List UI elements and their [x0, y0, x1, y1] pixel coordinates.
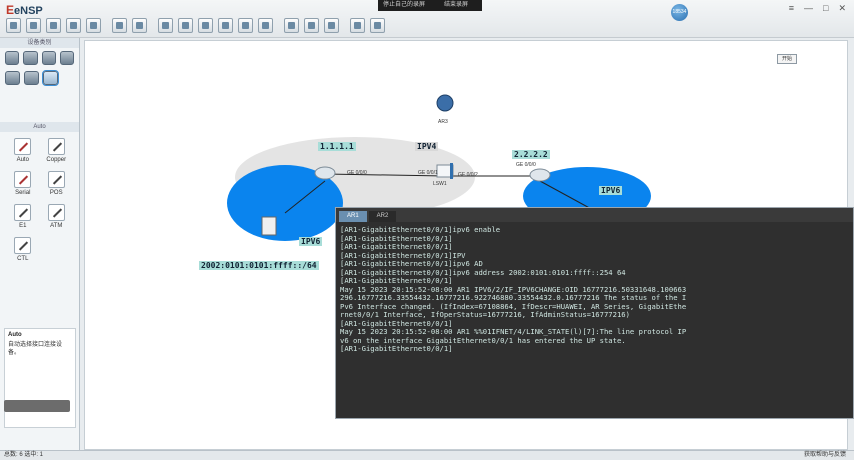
router-ar1-icon[interactable] [314, 166, 336, 180]
console-output[interactable]: [AR1-GigabitEthernet0/0/1]ipv6 enable [A… [336, 222, 853, 418]
ellipse-icon[interactable] [258, 18, 273, 33]
select-icon[interactable] [158, 18, 173, 33]
pos-cable-icon [47, 171, 65, 188]
switch-port-marker [450, 163, 453, 179]
close-icon[interactable]: ✕ [838, 3, 846, 14]
port-label: GE 0/0/2 [458, 172, 478, 178]
delete-icon[interactable] [198, 18, 213, 33]
lsw1-label: LSW1 [433, 181, 447, 187]
console-icon[interactable] [370, 18, 385, 33]
rectangle-icon[interactable] [238, 18, 253, 33]
stop-device-icon[interactable] [304, 18, 319, 33]
console-tabs: AR1 AR2 [336, 208, 853, 222]
help-link[interactable]: 获取帮助与反馈 [804, 451, 846, 460]
ar1-ip-label: 1.1.1.1 [318, 142, 356, 151]
ipv6-prefix-label: 2002:0101:0101:ffff::/64 [199, 261, 319, 270]
menu-icon[interactable]: ≡ [789, 3, 794, 14]
capture-icon[interactable] [324, 18, 339, 33]
pc-category-icon[interactable] [5, 71, 20, 85]
print-icon[interactable] [86, 18, 101, 33]
e1-cable-icon [14, 204, 32, 221]
ipv6-left-label: IPV6 [299, 237, 323, 246]
pc-left-icon[interactable] [261, 216, 277, 236]
app-title: eNSP [14, 5, 43, 17]
start-button[interactable]: 开始 [777, 54, 797, 64]
recording-toolbar: 停止自己的录屏 结束录屏 [378, 0, 482, 11]
firewall-category-icon[interactable] [59, 51, 74, 65]
serial-cable-icon [14, 171, 32, 188]
connector-atm[interactable]: ATM [40, 204, 74, 229]
connection-category-icon[interactable] [42, 70, 59, 86]
router-category-icon[interactable] [5, 51, 20, 65]
save-icon[interactable] [66, 18, 81, 33]
port-label: GE 0/0/0 [516, 162, 536, 168]
tab-ar2[interactable]: AR2 [368, 211, 397, 222]
connector-grid: Auto Copper Serial POS E1 ATM CTL [0, 132, 79, 268]
ensp-window: EeNSP 停止自己的录屏 结束录屏 18534 ≡ — □ ✕ 设备类别 Au… [0, 0, 854, 460]
user-badge[interactable]: 18534 [671, 4, 688, 21]
device-panel: 设备类别 Auto Auto Copper Serial POS E1 ATM … [0, 38, 80, 450]
switch-category-icon[interactable] [23, 51, 38, 65]
hand-icon[interactable] [178, 18, 193, 33]
minimize-icon[interactable]: — [804, 3, 813, 14]
console-line: [AR1-GigabitEthernet0/0/1] [340, 344, 453, 353]
connector-ctl[interactable]: CTL [6, 237, 40, 262]
console-window[interactable]: AR1 AR2 [AR1-GigabitEthernet0/0/1]ipv6 e… [335, 207, 854, 419]
status-bar: 总数: 6 选中: 1 获取帮助与反馈 [0, 450, 854, 460]
connector-copper[interactable]: Copper [40, 138, 74, 163]
description-box: Auto 自动选择接口连接设备。 [4, 328, 76, 428]
ipv4-zone-label: IPV4 [415, 142, 439, 151]
description-title: Auto [8, 332, 22, 338]
connector-pos[interactable]: POS [40, 171, 74, 196]
device-row [0, 68, 79, 88]
connector-e1[interactable]: E1 [6, 204, 40, 229]
description-bar [4, 400, 70, 412]
device-row [0, 48, 79, 68]
start-device-icon[interactable] [284, 18, 299, 33]
end-recording-button[interactable]: 结束录屏 [430, 0, 482, 11]
tab-ar1[interactable]: AR1 [339, 211, 367, 222]
text-icon[interactable] [218, 18, 233, 33]
status-left: 总数: 6 选中: 1 [4, 452, 44, 458]
auto-cable-icon [14, 138, 32, 155]
new-file-icon[interactable] [26, 18, 41, 33]
ar3-label: AR3 [438, 119, 448, 125]
ctl-cable-icon [14, 237, 32, 254]
title-bar: EeNSP 停止自己的录屏 结束录屏 18534 ≡ — □ ✕ [0, 0, 854, 38]
topology-icon[interactable] [350, 18, 365, 33]
connector-serial[interactable]: Serial [6, 171, 40, 196]
app-logo: EeNSP [6, 3, 43, 17]
devices-title: 设备类别 [0, 38, 79, 48]
auto-section-title: Auto [0, 122, 79, 132]
router-ar3-icon[interactable] [436, 94, 454, 112]
maximize-icon[interactable]: □ [823, 3, 828, 14]
cloud-category-icon[interactable] [24, 71, 39, 85]
open-icon[interactable] [46, 18, 61, 33]
connector-auto[interactable]: Auto [6, 138, 40, 163]
copper-cable-icon [47, 138, 65, 155]
window-controls: ≡ — □ ✕ [789, 3, 846, 14]
stop-recording-button[interactable]: 停止自己的录屏 [378, 0, 430, 11]
wlan-category-icon[interactable] [41, 51, 56, 65]
router-ar2-icon[interactable] [529, 168, 551, 182]
ar2-ip-label: 2.2.2.2 [512, 150, 550, 159]
port-label: GE 0/0/0 [347, 170, 367, 176]
new-topology-icon[interactable] [6, 18, 21, 33]
description-text: 自动选择接口连接设备。 [8, 342, 63, 356]
atm-cable-icon [47, 204, 65, 221]
port-label: GE 0/0/1 [418, 170, 438, 176]
redo-icon[interactable] [132, 18, 147, 33]
ipv6-right-label: IPV6 [599, 186, 623, 195]
undo-icon[interactable] [112, 18, 127, 33]
